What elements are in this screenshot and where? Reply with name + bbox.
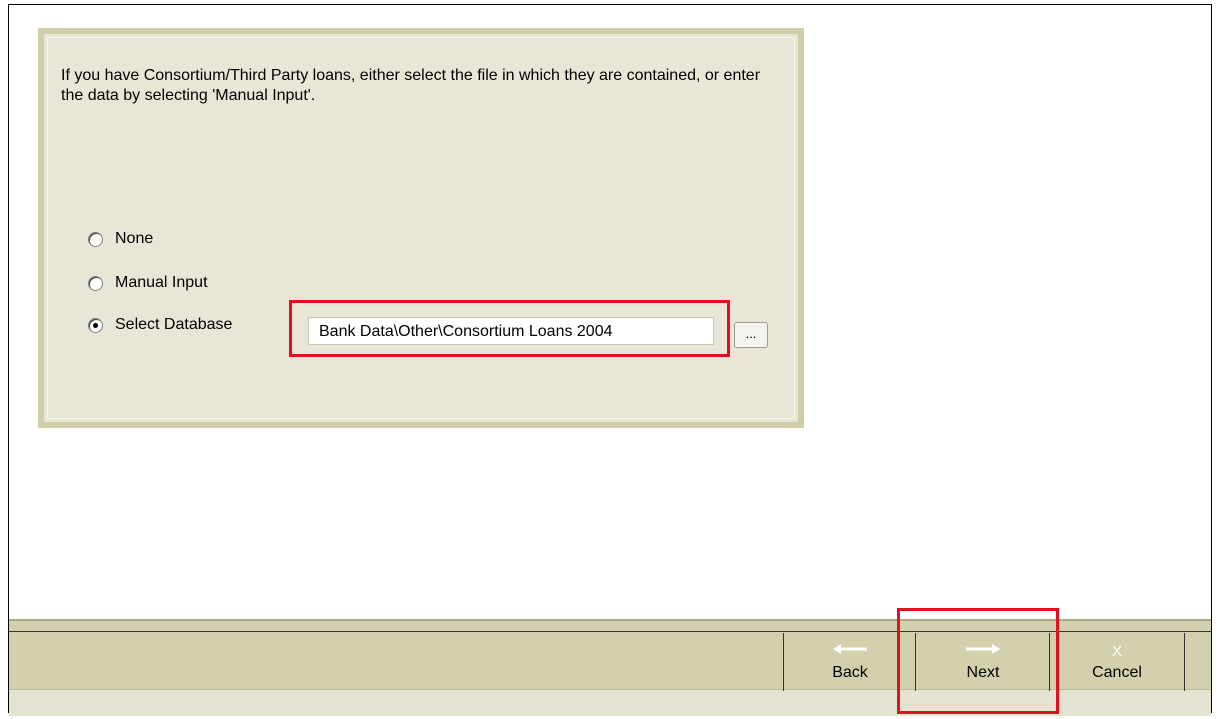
radio-manual-input-button[interactable] [88, 275, 103, 291]
browse-button[interactable]: ... [734, 322, 768, 348]
next-label: Next [966, 664, 1000, 681]
radio-manual-input-label: Manual Input [115, 274, 208, 291]
back-label: Back [832, 664, 868, 681]
database-path-field[interactable]: Bank Data\Other\Consortium Loans 2004 [308, 317, 714, 345]
radio-selected-dot [93, 322, 98, 328]
radio-none[interactable]: None [88, 228, 153, 250]
radio-select-database-button[interactable] [88, 317, 103, 333]
radio-none-label: None [115, 230, 154, 247]
back-button[interactable]: Back [783, 633, 916, 691]
wizard-toolbar: Back Next X Cancel [9, 619, 1211, 716]
instructions-text: If you have Consortium/Third Party loans… [61, 67, 761, 104]
radio-select-database-label: Select Database [115, 316, 233, 333]
cancel-button[interactable]: X Cancel [1049, 633, 1185, 691]
radio-none-button[interactable] [88, 231, 103, 247]
cancel-label: Cancel [1092, 664, 1142, 681]
x-icon: X [1111, 643, 1122, 660]
wizard-window: If you have Consortium/Third Party loans… [8, 4, 1212, 716]
next-button[interactable]: Next [915, 633, 1050, 691]
arrow-left-icon [784, 641, 916, 663]
radio-manual-input[interactable]: Manual Input [88, 272, 208, 294]
options-panel: If you have Consortium/Third Party loans… [38, 28, 804, 428]
radio-select-database[interactable]: Select Database [88, 314, 232, 336]
arrow-right-icon [916, 641, 1050, 663]
